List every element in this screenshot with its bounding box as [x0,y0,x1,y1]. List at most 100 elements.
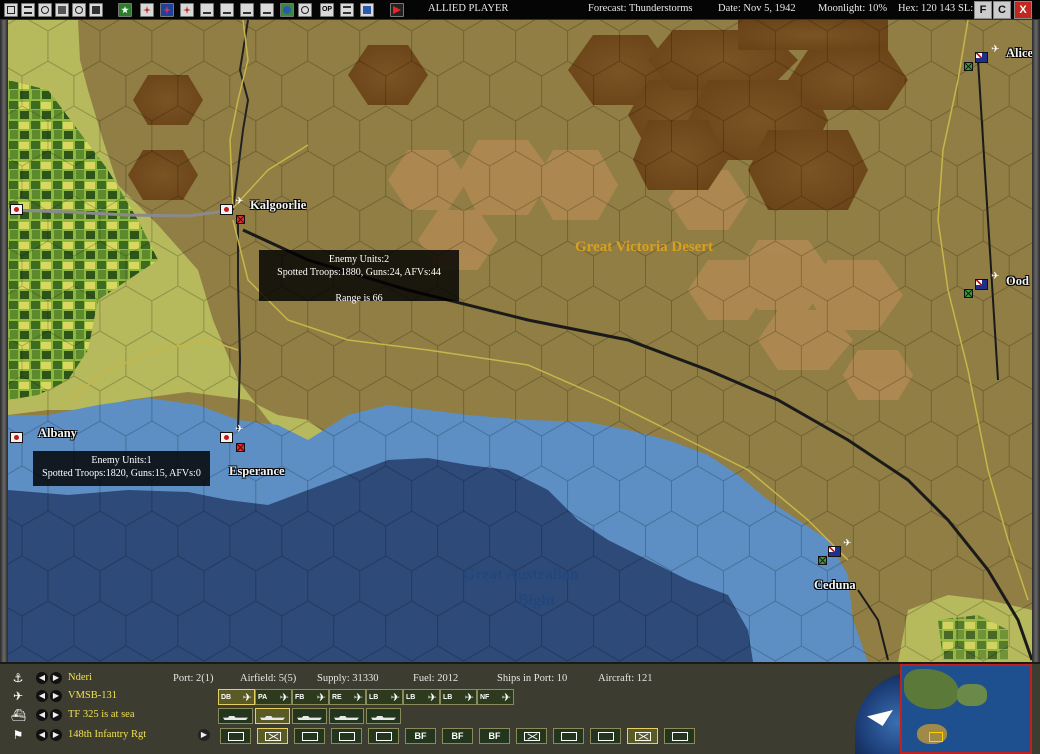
base-flag-ceduna[interactable] [828,546,841,557]
anchor-icon[interactable]: ⚓ [11,671,25,685]
filter-infantry[interactable] [220,728,251,744]
filter-night-fighter[interactable]: NF ✈ [477,689,514,705]
hq-icon[interactable] [89,3,103,17]
list-icon[interactable] [21,3,35,17]
city-label-kalgoorlie: Kalgoorlie [250,198,307,212]
plane-icon: ✈ [464,691,474,704]
filter-base-force-2[interactable]: BF [442,728,473,744]
plane-icon[interactable]: ✈ [11,689,25,703]
filter-artillery[interactable] [294,728,325,744]
eye-icon[interactable] [38,3,52,17]
filter-level-bomber-2[interactable]: LB ✈ [403,689,440,705]
region-label-great-australian: Great Australian [463,566,579,583]
base-flag-alice[interactable] [975,52,988,63]
filter-recon[interactable]: RE ✈ [329,689,366,705]
display-icon[interactable] [360,3,374,17]
hq-icon-alice[interactable] [964,62,973,71]
report-icon[interactable] [340,3,354,17]
aa-icon [597,732,614,742]
hq-icon-esperance[interactable] [236,443,245,452]
ships-icon[interactable] [160,3,174,17]
filter-base-force-3[interactable]: BF [479,728,510,744]
filter-hq[interactable] [516,728,547,744]
base-flag-ood[interactable] [975,279,988,290]
next-unit-button[interactable]: ▶ [50,729,62,741]
tooltip-esperance: Enemy Units:1 Spotted Troops:1820, Guns:… [33,451,210,486]
filter-support[interactable] [553,728,584,744]
artillery-icon [301,732,318,742]
tooltip-esperance-spotted: Spotted Troops:1820, Guns:15, AFVs:0 [42,468,201,479]
airfield-icon-esperance[interactable]: ✈ [235,425,245,435]
selected-base-name[interactable]: Nderi [68,672,92,683]
filter-ship-5[interactable] [366,708,401,724]
filter-recon-unit[interactable] [664,728,695,744]
production-icon[interactable] [200,3,214,17]
selected-squadron-name[interactable]: VMSB-131 [68,690,117,701]
prev-unit-button[interactable]: ◀ [36,729,48,741]
plane-icon: ✈ [316,691,326,704]
selected-taskforce-name[interactable]: TF 325 is at sea [68,709,135,720]
filter-mech[interactable] [368,728,399,744]
base-flag-kalgoorlie[interactable] [220,204,233,215]
filter-ship-1[interactable] [218,708,253,724]
aircraft-icon[interactable] [180,3,194,17]
filter-armor[interactable] [257,728,288,744]
airfield-icon-ood[interactable]: ✈ [991,272,1001,282]
filter-aa[interactable] [590,728,621,744]
base-flag-albany[interactable] [10,432,23,443]
window-button-f[interactable]: F [974,1,992,19]
base-flag-esperance[interactable] [220,432,233,443]
intel-icon[interactable] [260,3,274,17]
armor-icon [264,732,281,742]
selected-unit-name[interactable]: 148th Infantry Rgt [68,729,146,740]
next-base-button[interactable]: ▶ [50,672,62,684]
unit-icon[interactable] [118,3,132,17]
filter-level-bomber-3[interactable]: LB ✈ [440,689,477,705]
globe-icon[interactable] [240,3,254,17]
airfield-icon-ceduna[interactable]: ✈ [843,539,853,549]
base-flag-west[interactable] [10,204,23,215]
filter-ship-2[interactable] [255,708,290,724]
filter-ship-3[interactable] [292,708,327,724]
filter-corps[interactable] [627,728,658,744]
prev-base-button[interactable]: ◀ [36,672,48,684]
prev-taskforce-button[interactable]: ◀ [36,709,48,721]
hq-icon-ood[interactable] [964,289,973,298]
hq-icon-ceduna[interactable] [818,556,827,565]
next-taskforce-button[interactable]: ▶ [50,709,62,721]
airfield-icon-alice[interactable]: ✈ [991,45,1001,55]
filter-level-bomber-1[interactable]: LB ✈ [366,689,403,705]
next-squadron-button[interactable]: ▶ [50,690,62,702]
filter-base-force-1[interactable]: BF [405,728,436,744]
squadron-icon[interactable] [140,3,154,17]
hq-icon-kalgoorlie[interactable] [236,215,245,224]
research-icon[interactable] [220,3,234,17]
end-turn-icon[interactable] [390,3,404,17]
moonlight: Moonlight: 10% [818,3,888,14]
prev-squadron-button[interactable]: ◀ [36,690,48,702]
save-icon[interactable] [4,3,18,17]
minimap-viewport[interactable] [929,732,943,742]
minimap[interactable] [900,664,1032,754]
city-label-ceduna: Ceduna [814,578,856,592]
infantry-icon [227,732,244,742]
bases-icon[interactable] [72,3,86,17]
group-icon[interactable] [55,3,69,17]
op-icon[interactable]: OP [320,3,334,17]
close-button[interactable]: X [1014,1,1032,19]
filter-dive-bomber[interactable]: DB ✈ [218,689,255,705]
tooltip-kalgoorlie-spotted: Spotted Troops:1880, Guns:24, AFVs:44 [277,267,441,278]
filter-patrol[interactable]: PA ✈ [255,689,292,705]
filter-ship-4[interactable] [329,708,364,724]
flag-icon[interactable]: ⚑ [11,728,25,742]
map-view[interactable]: Great Victoria Desert Great Australian B… [8,20,1032,662]
ship-icon[interactable]: ⛴ [11,708,26,722]
globe-map-icon[interactable] [280,3,294,17]
filter-engineer[interactable] [331,728,362,744]
unit-detail-button[interactable]: ▶ [198,729,210,741]
airfield-icon-kalgoorlie[interactable]: ✈ [235,197,245,207]
filter-level-bomber-3-label: LB [443,694,453,701]
filter-fighter-bomber[interactable]: FB ✈ [292,689,329,705]
window-button-c[interactable]: C [993,1,1011,19]
network-icon[interactable] [298,3,312,17]
